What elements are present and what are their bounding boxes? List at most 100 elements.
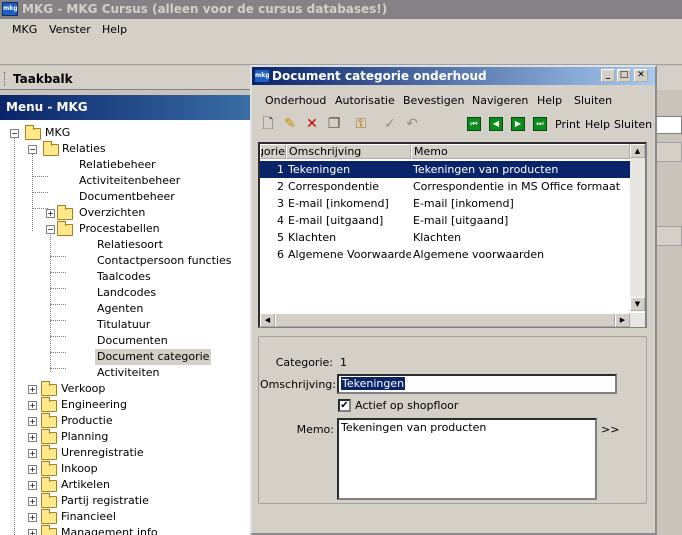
tree-node-inkoop[interactable]: + Inkoop (26, 461, 186, 477)
last-record-icon[interactable]: ⏭ (533, 117, 547, 131)
column-header-omschrijving[interactable]: Omschrijving (286, 144, 411, 159)
tree-item-titulatuur[interactable]: Titulatuur (97, 317, 150, 333)
keys-icon[interactable]: ⚿ (352, 115, 370, 133)
tree-node-overzichten[interactable]: + Overzichten (44, 205, 184, 221)
print-button[interactable]: Print (555, 118, 580, 131)
tree-item-taalcodes[interactable]: Taalcodes (97, 269, 151, 285)
scroll-down-icon[interactable]: ▼ (630, 297, 645, 311)
expand-icon[interactable]: + (46, 209, 55, 218)
tree-node-financieel[interactable]: + Financieel (26, 509, 186, 525)
dialog-menu-bevestigen[interactable]: Bevestigen (403, 94, 464, 107)
next-record-icon[interactable]: ▶ (511, 117, 525, 131)
tree-node-label: MKG (45, 126, 71, 139)
collapse-icon[interactable]: − (10, 129, 19, 138)
menu-tree[interactable]: − MKG − Relaties Relatiebeheer Activitei… (0, 120, 252, 535)
actief-checkbox[interactable]: ✔ (338, 399, 351, 412)
tree-node-management-info[interactable]: + Management info (26, 525, 186, 535)
dialog-menu-sluiten[interactable]: Sluiten (574, 94, 612, 107)
memo-field[interactable]: Tekeningen van producten (337, 418, 597, 500)
expand-icon[interactable]: + (28, 497, 37, 506)
tree-node-verkoop[interactable]: + Verkoop (26, 381, 186, 397)
expand-icon[interactable]: + (28, 513, 37, 522)
table-row[interactable]: 2 Correspondentie Correspondentie in MS … (260, 178, 630, 195)
delete-x-icon[interactable]: ✕ (303, 115, 321, 133)
tree-item-documenten[interactable]: Documenten (97, 333, 168, 349)
sluiten-button[interactable]: Sluiten (614, 118, 652, 131)
dialog-menu-onderhoud[interactable]: Onderhoud (265, 94, 326, 107)
dialog-menu-autorisatie[interactable]: Autorisatie (335, 94, 395, 107)
tree-node-artikelen[interactable]: + Artikelen (26, 477, 186, 493)
menu-mkg[interactable]: MKG (12, 23, 37, 36)
confirm-check-icon[interactable]: ✓ (381, 115, 399, 133)
collapse-icon[interactable]: − (46, 225, 55, 234)
taakbalk-grip[interactable] (4, 72, 7, 86)
tree-node-planning[interactable]: + Planning (26, 429, 186, 445)
edit-pencil-icon[interactable]: ✎ (281, 115, 299, 133)
background-input[interactable] (656, 116, 682, 134)
scroll-thumb[interactable] (275, 313, 615, 327)
expand-icon[interactable]: + (28, 401, 37, 410)
scroll-up-icon[interactable]: ▲ (630, 144, 645, 158)
expand-icon[interactable]: + (28, 417, 37, 426)
table-row[interactable]: 1 Tekeningen Tekeningen van producten (260, 161, 630, 178)
minimize-icon[interactable]: _ (601, 69, 615, 82)
scroll-right-icon[interactable]: ▶ (615, 313, 630, 327)
tree-item-document-categorie[interactable]: Document categorie (95, 349, 212, 365)
cell-memo: Correspondentie in MS Office formaat (413, 180, 621, 193)
tree-item-relatiebeheer[interactable]: Relatiebeheer (79, 157, 156, 173)
help-button[interactable]: Help (585, 118, 610, 131)
prev-record-icon[interactable]: ◀ (489, 117, 503, 131)
horizontal-scrollbar[interactable]: ◀ ▶ (260, 313, 645, 327)
dialog-menu-help[interactable]: Help (537, 94, 562, 107)
cell-memo: E-mail [inkomend] (413, 197, 514, 210)
expand-icon[interactable]: + (28, 385, 37, 394)
tree-node-procestabellen[interactable]: − Procestabellen (44, 221, 184, 237)
first-record-icon[interactable]: ⏮ (467, 117, 481, 131)
tree-node-urenregistratie[interactable]: + Urenregistratie (26, 445, 186, 461)
tree-node-engineering[interactable]: + Engineering (26, 397, 186, 413)
expand-icon[interactable]: + (28, 433, 37, 442)
vertical-scrollbar[interactable]: ▲ ▼ (630, 144, 645, 311)
omschrijving-field[interactable]: Tekeningen (337, 374, 617, 394)
table-row[interactable]: 3 E-mail [inkomend] E-mail [inkomend] (260, 195, 630, 212)
undo-icon[interactable]: ↶ (403, 115, 421, 133)
memo-label: Memo: (296, 423, 334, 436)
tree-node-mkg[interactable]: − MKG (8, 125, 108, 141)
tree-item-landcodes[interactable]: Landcodes (97, 285, 156, 301)
tree-item-agenten[interactable]: Agenten (97, 301, 143, 317)
expand-icon[interactable]: + (28, 529, 37, 535)
expand-icon[interactable]: + (28, 449, 37, 458)
tree-item-relatiesoort[interactable]: Relatiesoort (97, 237, 163, 253)
tree-item-activiteitenbeheer[interactable]: Activiteitenbeheer (79, 173, 180, 189)
menu-help[interactable]: Help (102, 23, 127, 36)
collapse-icon[interactable]: − (28, 145, 37, 154)
tree-node-label: Verkoop (61, 382, 106, 395)
close-icon[interactable]: ✕ (634, 69, 648, 82)
expand-icon[interactable]: + (28, 465, 37, 474)
dialog-title-bar[interactable]: mkg Document categorie onderhoud (252, 67, 655, 85)
table-row[interactable]: 4 E-mail [uitgaand] E-mail [uitgaand] (260, 212, 630, 229)
tree-node-relaties[interactable]: − Relaties (26, 141, 146, 157)
mkg-app-icon[interactable]: mkg (2, 2, 18, 16)
tree-node-productie[interactable]: + Productie (26, 413, 186, 429)
app-menu-bar: MKG Venster Help (0, 19, 682, 41)
tree-item-documentbeheer[interactable]: Documentbeheer (79, 189, 175, 205)
expand-icon[interactable]: + (28, 481, 37, 490)
dialog-menu-navigeren[interactable]: Navigeren (472, 94, 528, 107)
column-header-categorie[interactable]: Categorie (260, 144, 286, 159)
cell-omschrijving: Algemene Voorwaarden/ (288, 248, 411, 261)
column-header-memo[interactable]: Memo (411, 144, 630, 159)
tree-node-partij-registratie[interactable]: + Partij registratie (26, 493, 186, 509)
tree-item-contactpersoon-functies[interactable]: Contactpersoon functies (97, 253, 231, 269)
mkg-dialog-icon[interactable]: mkg (254, 69, 270, 83)
tree-item-activiteiten[interactable]: Activiteiten (97, 365, 160, 381)
table-row[interactable]: 5 Klachten Klachten (260, 229, 630, 246)
maximize-icon[interactable]: □ (617, 69, 631, 82)
new-document-icon[interactable]: 🗋 (259, 115, 277, 133)
menu-venster[interactable]: Venster (49, 23, 91, 36)
table-row[interactable]: 6 Algemene Voorwaarden/ Algemene voorwaa… (260, 246, 630, 263)
scroll-left-icon[interactable]: ◀ (260, 313, 275, 327)
memo-expand-button[interactable]: >> (601, 423, 619, 436)
cell-omschrijving: E-mail [uitgaand] (288, 214, 384, 227)
copy-icon[interactable]: ❐ (325, 115, 343, 133)
